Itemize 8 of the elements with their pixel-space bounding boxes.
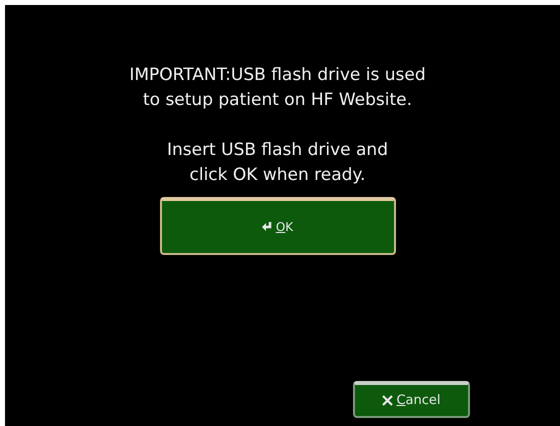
message-text: IMPORTANT:USB flash drive is used xyxy=(129,64,426,87)
enter-icon xyxy=(262,222,273,232)
cross-icon xyxy=(382,395,394,406)
message-text: Insert USB flash drive and xyxy=(166,139,390,162)
message-text: to setup patient on HF Website. xyxy=(142,89,414,112)
cancel-button[interactable]: Cancel xyxy=(353,381,470,418)
ok-button[interactable]: OK xyxy=(160,197,396,255)
message-text: click OK when ready. xyxy=(188,164,366,187)
